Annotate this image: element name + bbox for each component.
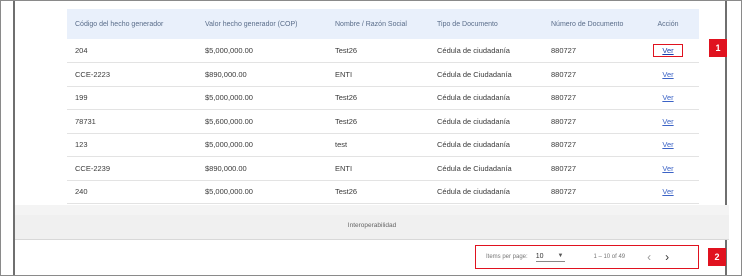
annotation-badge-2: 2	[708, 248, 726, 266]
cell-value: $5,000,000.00	[205, 187, 253, 197]
cell-doc-type: Cédula de ciudadanía	[437, 46, 510, 55]
cell-doc-num: 880727	[551, 187, 577, 197]
cell-doc-num: 880727	[551, 46, 577, 55]
cell-name: Test26	[335, 187, 358, 197]
cell-name: test	[335, 140, 348, 150]
table-row: 240 $5,000,000.00 Test26 Cédula de ciudadan…	[67, 180, 699, 204]
table-fade	[15, 205, 729, 215]
cell-doc-type: Cédula de Ciudadanía	[437, 163, 512, 173]
cell-value: $5,000,000.00	[205, 46, 253, 55]
cell-value: $890,000.00	[205, 163, 247, 173]
cell-action: Ver	[637, 86, 699, 110]
table-row: 78731 $5,600,000.00 Test26 Cédula de ciudad…	[67, 110, 699, 134]
cell-value: $5,000,000.00	[205, 140, 253, 150]
cell-doc-num: 880727	[551, 163, 577, 173]
cell-value: $5,000,000.00	[205, 93, 253, 103]
chevron-left-icon[interactable]: ‹	[647, 250, 651, 264]
items-per-page-label: Items per page:	[486, 254, 528, 260]
page-range: 1 – 10 of 49	[593, 254, 626, 260]
annotation-badge-1: 1	[709, 39, 727, 57]
cell-doc-num: 880727	[551, 116, 577, 126]
cell-name: ENTI	[335, 69, 353, 79]
cell-action: Ver	[637, 133, 699, 157]
cell-doc-type: Cédula de ciudadanía	[437, 116, 510, 126]
view-link[interactable]: Ver	[662, 93, 673, 102]
header-doc-type[interactable]: Tipo de Documento	[429, 9, 543, 39]
table-row: 123 $5,000,000.00 test Cédula de ciudadanía…	[67, 133, 699, 157]
cell-doc-num: 880727	[551, 69, 577, 79]
cell-action: Ver	[637, 39, 699, 63]
view-link[interactable]: Ver	[662, 117, 673, 126]
results-table: Código del hecho generador Valor hecho g…	[67, 9, 699, 205]
header-code[interactable]: Código del hecho generador	[67, 9, 197, 39]
cell-doc-type: Cédula de ciudadanía	[437, 93, 510, 103]
view-link[interactable]: Ver	[662, 70, 673, 79]
cell-code: CCE-2223	[75, 69, 111, 79]
page-size-value: 10	[535, 252, 544, 260]
cell-doc-num: 880727	[551, 140, 577, 150]
cell-doc-type: Cédula de ciudadanía	[437, 140, 510, 150]
view-link[interactable]: Ver	[653, 44, 683, 57]
table-header-row: Código del hecho generador Valor hecho g…	[67, 9, 699, 39]
view-link[interactable]: Ver	[662, 164, 673, 173]
cell-code: 199	[75, 93, 88, 103]
cell-name: Test26	[335, 46, 358, 55]
paginator: Items per page: 10 ▼ 1 – 10 of 49 ‹ ›	[475, 245, 699, 269]
header-value[interactable]: Valor hecho generador (COP)	[197, 9, 327, 39]
table-row: 204 $5,000,000.00 Test26 Cédula de ciudadan…	[67, 39, 699, 63]
chevron-right-icon[interactable]: ›	[665, 250, 669, 264]
cell-code: 123	[75, 140, 88, 150]
cell-code: 204	[75, 46, 88, 55]
header-name[interactable]: Nombre / Razón Social	[327, 9, 429, 39]
view-link[interactable]: Ver	[662, 187, 673, 196]
header-doc-number[interactable]: Número de Documento	[543, 9, 637, 39]
page-size-select[interactable]: 10 ▼	[535, 252, 566, 262]
cell-code: 78731	[75, 116, 96, 126]
cell-value: $5,600,000.00	[205, 116, 253, 126]
divider	[15, 239, 729, 240]
table-row: 199 $5,000,000.00 Test26 Cédula de ciudadan…	[67, 86, 699, 110]
cell-name: Test26	[335, 116, 358, 126]
cell-action: Ver	[637, 63, 699, 87]
cell-value: $890,000.00	[205, 69, 247, 79]
view-link[interactable]: Ver	[662, 140, 673, 149]
cell-code: 240	[75, 187, 88, 197]
footer-label: Interoperabilidad	[15, 215, 729, 239]
table-row: CCE-2239 $890,000.00 ENTI Cédula de Ciudada…	[67, 157, 699, 181]
header-action: Acción	[657, 20, 679, 28]
cell-name: Test26	[335, 93, 358, 103]
caret-down-icon: ▼	[557, 253, 564, 259]
cell-code: CCE-2239	[75, 163, 111, 173]
screenshot-frame: Código del hecho generador Valor hecho g…	[0, 0, 742, 276]
table-row: CCE-2223 $890,000.00 ENTI Cédula de Ciudada…	[67, 63, 699, 87]
cell-doc-num: 880727	[551, 93, 577, 103]
cell-action: Ver	[637, 180, 699, 204]
cell-doc-type: Cédula de Ciudadanía	[437, 69, 512, 79]
cell-doc-type: Cédula de ciudadanía	[437, 187, 510, 197]
cell-name: ENTI	[335, 163, 353, 173]
results-table-container[interactable]: Código del hecho generador Valor hecho g…	[67, 9, 699, 205]
cell-action: Ver	[637, 157, 699, 181]
cell-action: Ver	[637, 110, 699, 134]
